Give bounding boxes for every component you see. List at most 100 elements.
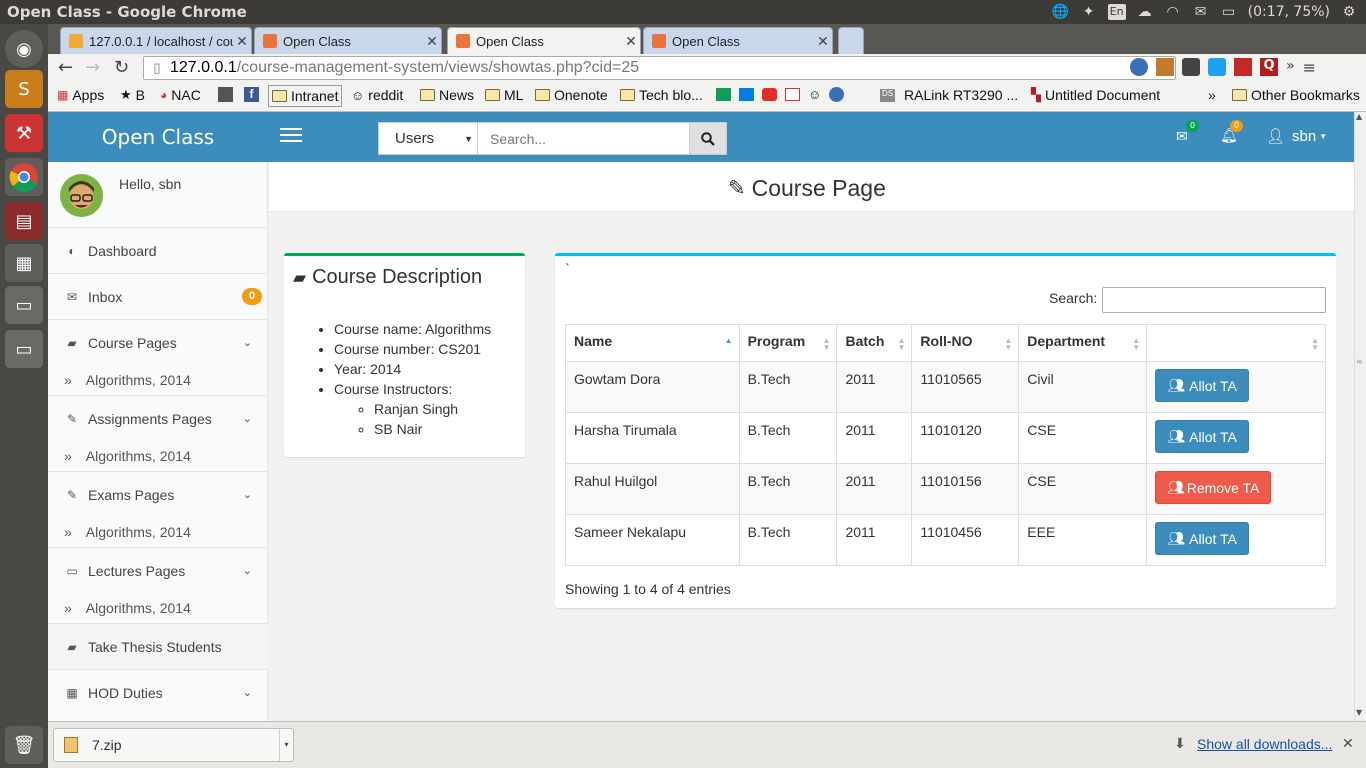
bookmark-b[interactable]: ★ B: [120, 87, 145, 103]
sidebar-item-dashboard[interactable]: ◐ Dashboard: [48, 227, 268, 273]
bookmark-folder-ml[interactable]: ML: [485, 87, 523, 103]
bookmark-icon-only-1[interactable]: [218, 87, 233, 102]
bookmarks-overflow-button[interactable]: »: [1208, 87, 1216, 103]
bookmark-folder-tech-blogs[interactable]: Tech blo...: [620, 87, 703, 103]
globe-extension-icon[interactable]: [1130, 58, 1148, 76]
messages-button[interactable]: ✉ 0: [1176, 120, 1199, 145]
sidebar-subitem-lectures-algorithms[interactable]: » Algorithms, 2014: [48, 593, 268, 623]
scroll-grip-icon[interactable]: ≡: [1356, 357, 1363, 366]
remove-ta-button[interactable]: 👥︎ Remove TA: [1155, 471, 1272, 504]
column-header-batch[interactable]: Batch ▲ ▼: [836, 324, 913, 362]
youtube-icon[interactable]: [762, 88, 777, 101]
dropbox-icon[interactable]: ✦: [1080, 4, 1098, 20]
bookmark-extension-icon[interactable]: [1234, 58, 1252, 76]
close-icon[interactable]: ✕: [423, 33, 441, 50]
gmail-icon[interactable]: [785, 88, 800, 101]
bookmark-other-bookmarks[interactable]: Other Bookmarks: [1232, 87, 1360, 103]
scroll-up-arrow-icon[interactable]: ▲: [1356, 112, 1362, 121]
bookmark-untitled-document[interactable]: ▚ Untitled Document: [1031, 87, 1160, 103]
allot-ta-button[interactable]: 👥︎ Allot TA: [1155, 420, 1250, 453]
drive-icon[interactable]: ▭: [5, 286, 43, 324]
bookmark-nac[interactable]: ◕ NAC: [160, 87, 201, 103]
settings-gear-icon[interactable]: ⚙: [1340, 4, 1358, 20]
workspace-switcher-icon[interactable]: ▦: [5, 244, 43, 282]
keyboard-layout-indicator[interactable]: En: [1107, 4, 1126, 20]
allot-ta-button[interactable]: 👥︎ Allot TA: [1155, 369, 1250, 402]
close-icon[interactable]: ✕: [622, 33, 640, 50]
column-header-name[interactable]: Name ▲: [565, 324, 740, 362]
download-options-caret-icon[interactable]: ▾: [279, 729, 293, 761]
table-search-input[interactable]: [1102, 287, 1326, 313]
reddit-icon-2[interactable]: ☺: [808, 87, 821, 102]
sidebar-subitem-assignments-algorithms[interactable]: » Algorithms, 2014: [48, 441, 268, 471]
sidebar-subitem-course-algorithms[interactable]: » Algorithms, 2014: [48, 365, 268, 395]
sidebar-item-exams-pages[interactable]: ✎ Exams Pages ⌄: [48, 471, 268, 517]
bookmark-facebook[interactable]: f: [244, 87, 259, 102]
column-header-roll-no[interactable]: Roll-NO ▲ ▼: [911, 324, 1020, 362]
page-scrollbar[interactable]: ▲ ≡ ▼: [1354, 112, 1366, 721]
close-icon[interactable]: ✕: [233, 33, 251, 50]
facebook-extension-icon[interactable]: [1156, 58, 1174, 76]
reload-icon[interactable]: ↻: [114, 57, 129, 78]
download-item[interactable]: 7.zip ▾: [53, 728, 294, 762]
scroll-down-arrow-icon[interactable]: ▼: [1356, 708, 1362, 717]
battery-icon[interactable]: ▭: [1220, 4, 1238, 20]
drive-icon-2[interactable]: ▭: [5, 330, 43, 368]
sublime-text-icon[interactable]: S: [5, 70, 43, 108]
file-cabinet-icon[interactable]: ▤: [5, 202, 43, 240]
sidebar-item-inbox[interactable]: ✉ Inbox 0: [48, 273, 268, 319]
dash-home-icon[interactable]: ◉: [5, 30, 43, 68]
search-input[interactable]: [478, 122, 690, 155]
sidebar-subitem-exams-algorithms[interactable]: » Algorithms, 2014: [48, 517, 268, 547]
sidebar-item-hod-duties[interactable]: ▦ HOD Duties ⌄: [48, 669, 268, 715]
sidebar-item-take-thesis-students[interactable]: ▰ Take Thesis Students: [48, 623, 268, 669]
brand-logo[interactable]: Open Class: [48, 112, 268, 162]
cloud-icon[interactable]: ☁: [1136, 4, 1154, 20]
browser-tab-phpmyadmin[interactable]: 127.0.0.1 / localhost / cou ✕: [60, 27, 252, 54]
browser-tab-open-class-active[interactable]: Open Class ✕: [447, 27, 641, 54]
google-drive-icon[interactable]: [716, 88, 731, 101]
sidebar-item-course-pages[interactable]: ▰ Course Pages ⌄: [48, 319, 268, 365]
show-all-downloads-link[interactable]: Show all downloads...: [1197, 736, 1332, 752]
wifi-icon[interactable]: ◠: [1164, 4, 1182, 20]
instructor-list: Ranjan Singh SB Nair: [334, 399, 491, 439]
column-header-action[interactable]: ▲ ▼: [1146, 324, 1326, 362]
close-icon[interactable]: ✕: [814, 33, 832, 50]
bookmark-ralink[interactable]: DS RALink RT3290 ...: [880, 87, 1018, 103]
search-button[interactable]: [689, 122, 727, 155]
column-header-department[interactable]: Department ▲ ▼: [1018, 324, 1148, 362]
hamburger-menu-icon[interactable]: [280, 126, 302, 144]
bookmark-folder-intranet[interactable]: Intranet: [268, 85, 343, 107]
column-header-program[interactable]: Program ▲ ▼: [738, 324, 838, 362]
sync-icon[interactable]: [829, 87, 845, 102]
back-arrow-icon[interactable]: ←: [58, 57, 73, 78]
bookmark-folder-news[interactable]: News: [420, 87, 474, 103]
notifications-button[interactable]: 🔔︎ 0: [1220, 120, 1243, 144]
checkmark-extension-icon[interactable]: [1208, 58, 1226, 76]
sidebar-item-lectures-pages[interactable]: ▭ Lectures Pages ⌄: [48, 547, 268, 593]
trash-icon[interactable]: 🗑: [5, 726, 43, 764]
overflow-icon[interactable]: »: [1286, 58, 1295, 77]
browser-tab-open-class-3[interactable]: Open Class ✕: [643, 27, 833, 54]
new-tab-button[interactable]: [838, 27, 864, 54]
mail-icon[interactable]: ✉: [1192, 4, 1210, 20]
sort-both-icon: ▲ ▼: [1004, 336, 1013, 352]
pocket-icon[interactable]: [1182, 58, 1200, 76]
allot-ta-button[interactable]: 👥︎ Allot TA: [1155, 522, 1250, 555]
dropbox-bookmark-icon[interactable]: [739, 88, 754, 101]
search-scope-select[interactable]: Users ▼: [378, 122, 478, 155]
chrome-icon[interactable]: [5, 158, 43, 196]
quora-extension-icon[interactable]: Q: [1260, 58, 1278, 76]
globe-icon[interactable]: 🌐: [1052, 4, 1070, 20]
bookmark-folder-onenote[interactable]: Onenote: [535, 87, 608, 103]
close-download-shelf-icon[interactable]: ✕: [1342, 735, 1354, 752]
user-menu[interactable]: 👤︎ sbn ▼: [1266, 127, 1327, 146]
bookmark-apps[interactable]: ▦ Apps: [57, 87, 104, 103]
menu-icon[interactable]: ≡: [1303, 58, 1316, 77]
bookmark-reddit[interactable]: ☺ reddit: [351, 87, 403, 103]
system-settings-icon[interactable]: ⚒: [5, 114, 43, 152]
forward-arrow-icon[interactable]: →: [85, 57, 100, 78]
sidebar-item-assignments-pages[interactable]: ✎ Assignments Pages ⌄: [48, 395, 268, 441]
browser-tab-open-class-1[interactable]: Open Class ✕: [254, 27, 442, 54]
address-bar[interactable]: ▯ 127.0.0.1/course-management-system/vie…: [143, 56, 1176, 80]
